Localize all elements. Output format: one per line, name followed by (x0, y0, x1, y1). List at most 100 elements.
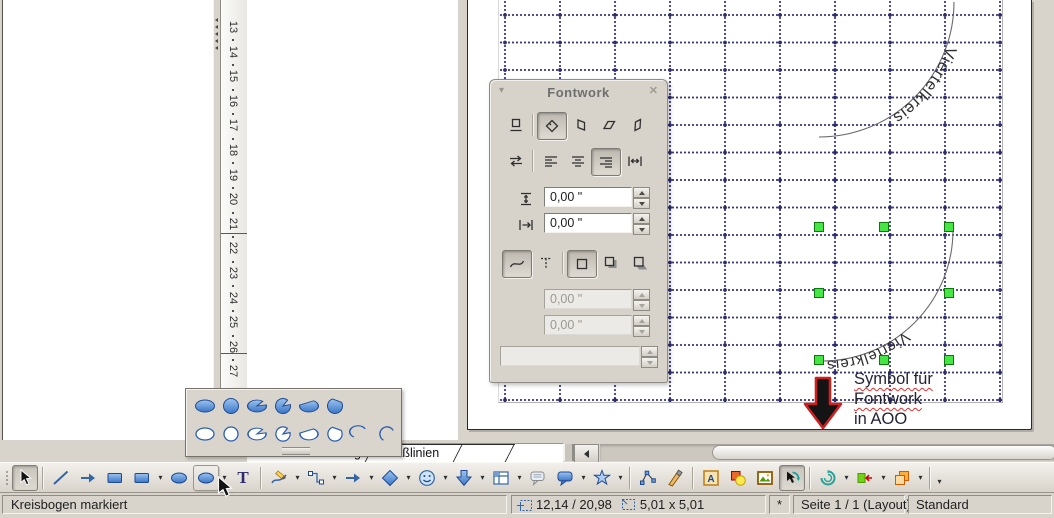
position-size-field[interactable]: 12,14 / 20,98 5,01 x 5,01 (511, 495, 766, 514)
selection-handle-bottom-center[interactable] (880, 356, 889, 365)
page-info-field[interactable]: Seite 1 / 1 (Layout) (793, 495, 905, 514)
fontwork-slant-horizontal-button[interactable] (595, 112, 623, 138)
callout-tool-button[interactable] (525, 465, 551, 491)
select-tool-button[interactable] (12, 465, 38, 491)
fontwork-text-contour-button[interactable] (532, 250, 560, 276)
flyout-ellipse-outline[interactable] (192, 422, 217, 446)
rectangle-flyout-button[interactable] (129, 465, 155, 491)
basic-shapes-flyout-arrow[interactable]: ▾ (404, 465, 413, 491)
drawing-area-blank[interactable] (247, 0, 458, 440)
effects-flyout-button[interactable] (815, 465, 841, 491)
insert-from-file-button[interactable] (725, 465, 751, 491)
horizontal-scrollbar[interactable] (600, 444, 1054, 461)
toolbar-grip[interactable] (2, 467, 11, 489)
text-tool-button[interactable]: T (230, 465, 256, 491)
page-style-field[interactable]: Standard (908, 495, 1052, 514)
symbol-shapes-flyout-arrow[interactable]: ▾ (441, 465, 450, 491)
fontwork-text-top[interactable]: Viertelkreis (889, 44, 959, 126)
selection-handle-bottom-left[interactable] (815, 356, 824, 365)
flyout-circle-outline[interactable] (218, 422, 243, 446)
ellipse-flyout-arrow[interactable]: ▾ (220, 465, 229, 491)
fontwork-gallery-button[interactable]: A (698, 465, 724, 491)
block-arrows-flyout-arrow[interactable]: ▾ (478, 465, 487, 491)
connector-flyout-arrow[interactable]: ▾ (330, 465, 339, 491)
vertical-ruler[interactable]: 131415161718192021222324252627 (220, 0, 248, 440)
left-document-panel[interactable] (2, 0, 214, 440)
annotation-text[interactable]: Symbol für Fontwork in AOO (854, 369, 964, 429)
basic-shapes-button[interactable] (377, 465, 403, 491)
toolbar-overflow-button[interactable]: ▾ (935, 469, 944, 495)
rectangle-tool-button[interactable] (102, 465, 128, 491)
flyout-drag-handle[interactable] (282, 447, 310, 455)
horizontal-scrollbar-thumb[interactable] (712, 445, 1054, 460)
curve-flyout-arrow[interactable]: ▾ (293, 465, 302, 491)
rectangle-flyout-arrow[interactable]: ▾ (156, 465, 165, 491)
stars-flyout-arrow[interactable]: ▾ (616, 465, 625, 491)
flyout-ellipse-segment-outline[interactable] (296, 422, 321, 446)
flyout-ellipse[interactable] (192, 394, 217, 418)
connector-tool-button[interactable] (303, 465, 329, 491)
edit-points-button[interactable] (635, 465, 661, 491)
ellipse-tool-button[interactable] (166, 465, 192, 491)
fontwork-align-left-button[interactable] (537, 148, 565, 174)
selection-handle-mid-right[interactable] (945, 289, 954, 298)
ellipse-flyout-toolbar[interactable] (185, 388, 402, 457)
line-with-arrow-tool-button[interactable] (75, 465, 101, 491)
callouts-flyout-button[interactable] (552, 465, 578, 491)
fontwork-vertical-shadow-button[interactable] (597, 250, 625, 276)
distance-value[interactable]: 0,00 " (544, 187, 632, 207)
lines-and-arrows-button[interactable] (340, 465, 366, 491)
ellipse-flyout-button[interactable] (193, 465, 219, 491)
fontwork-text-bottom[interactable]: Viertelkreis (826, 328, 913, 374)
alignment-flyout-button[interactable] (852, 465, 878, 491)
fontwork-autosize-button[interactable] (621, 148, 649, 174)
indent-value[interactable]: 0,00 " (544, 213, 632, 233)
flyout-ellipse-segment[interactable] (296, 394, 321, 418)
fontwork-slant-vertical-button[interactable] (623, 112, 651, 138)
flyout-circle-segment-outline[interactable] (322, 422, 347, 446)
arrange-flyout-arrow[interactable]: ▾ (916, 465, 925, 491)
curve-tool-button[interactable] (266, 465, 292, 491)
flyout-ellipse-pie[interactable] (244, 394, 269, 418)
flyout-circle-pie-outline[interactable] (270, 422, 295, 446)
fontwork-align-right-button[interactable] (591, 148, 621, 176)
fontwork-contour-button[interactable] (502, 250, 532, 278)
rotate-mode-button[interactable] (779, 465, 805, 491)
fontwork-off-button[interactable] (502, 112, 530, 138)
selection-handle-top-right[interactable] (945, 223, 954, 232)
fontwork-dialog[interactable]: Fontwork ▾ ✕ (489, 79, 668, 383)
fontwork-slant-shadow-button[interactable] (625, 250, 653, 276)
arrange-flyout-button[interactable] (889, 465, 915, 491)
fontwork-align-center-button[interactable] (564, 148, 592, 174)
spin-up-button[interactable] (633, 213, 650, 224)
callouts-flyout-arrow[interactable]: ▾ (579, 465, 588, 491)
fontwork-rotate-button[interactable] (537, 112, 567, 140)
flowchart-flyout-arrow[interactable]: ▾ (515, 465, 524, 491)
symbol-shapes-button[interactable] (414, 465, 440, 491)
selection-handle-bottom-right[interactable] (945, 356, 954, 365)
flyout-circle-segment[interactable] (322, 394, 347, 418)
stars-button[interactable] (589, 465, 615, 491)
fontwork-distance-field[interactable]: 0,00 " (544, 187, 650, 209)
flyout-circle-arc[interactable] (374, 422, 399, 446)
fontwork-no-shadow-button[interactable] (567, 250, 597, 278)
flowchart-button[interactable] (488, 465, 514, 491)
tab-scrollbar-splitter[interactable] (563, 444, 574, 461)
flyout-ellipse-pie-outline[interactable] (244, 422, 269, 446)
flyout-ellipse-arc[interactable] (348, 422, 373, 446)
block-arrows-button[interactable] (451, 465, 477, 491)
selection-handle-top-center[interactable] (880, 223, 889, 232)
scroll-left-button[interactable] (574, 444, 599, 463)
line-tool-button[interactable] (48, 465, 74, 491)
gallery-button[interactable] (752, 465, 778, 491)
selection-handle-mid-left[interactable] (815, 289, 824, 298)
spin-up-button[interactable] (633, 187, 650, 198)
dialog-menu-icon[interactable]: ▾ (499, 85, 504, 96)
spin-down-button[interactable] (633, 198, 650, 209)
fontwork-orientation-button[interactable] (502, 148, 530, 174)
fontwork-upright-button[interactable] (567, 112, 595, 138)
fontwork-indent-field[interactable]: 0,00 " (544, 213, 650, 235)
lines-and-arrows-flyout-arrow[interactable]: ▾ (367, 465, 376, 491)
effects-flyout-arrow[interactable]: ▾ (842, 465, 851, 491)
spin-down-button[interactable] (633, 224, 650, 235)
